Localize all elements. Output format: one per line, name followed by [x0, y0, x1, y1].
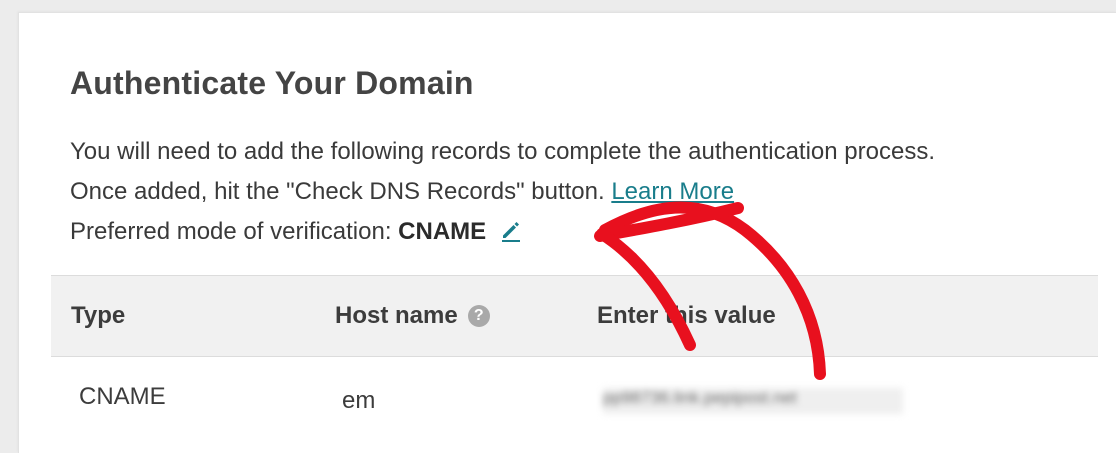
description-line-1: You will need to add the following recor…	[70, 138, 935, 165]
learn-more-link[interactable]: Learn More	[611, 178, 734, 205]
cell-value-blurred[interactable]: pp98736.link.pepipost.net	[603, 388, 903, 414]
dns-records-table: Type Host name ? Enter this value CNAME …	[51, 275, 1098, 437]
page-title: Authenticate Your Domain	[70, 65, 474, 101]
cell-type: CNAME	[79, 383, 166, 410]
question-help-icon[interactable]: ?	[467, 305, 490, 327]
cell-host: em	[342, 387, 376, 414]
column-header-host-label: Host name	[335, 302, 458, 329]
verification-mode-value: CNAME	[398, 218, 487, 245]
column-header-value: Enter this value	[597, 302, 776, 329]
pencil-edit-icon[interactable]	[499, 215, 523, 255]
verification-mode-line: Preferred mode of verification: CNAME	[70, 212, 935, 255]
column-header-host: Host name ?	[335, 302, 490, 330]
description: You will need to add the following recor…	[70, 132, 935, 255]
verification-mode-label: Preferred mode of verification:	[70, 218, 392, 245]
column-header-type: Type	[71, 302, 126, 329]
description-line-2: Once added, hit the "Check DNS Records" …	[70, 172, 935, 212]
table-row: CNAME em pp98736.link.pepipost.net	[51, 357, 1098, 437]
description-line-2-text: Once added, hit the "Check DNS Records" …	[70, 178, 605, 205]
table-header: Type Host name ? Enter this value	[51, 275, 1098, 357]
